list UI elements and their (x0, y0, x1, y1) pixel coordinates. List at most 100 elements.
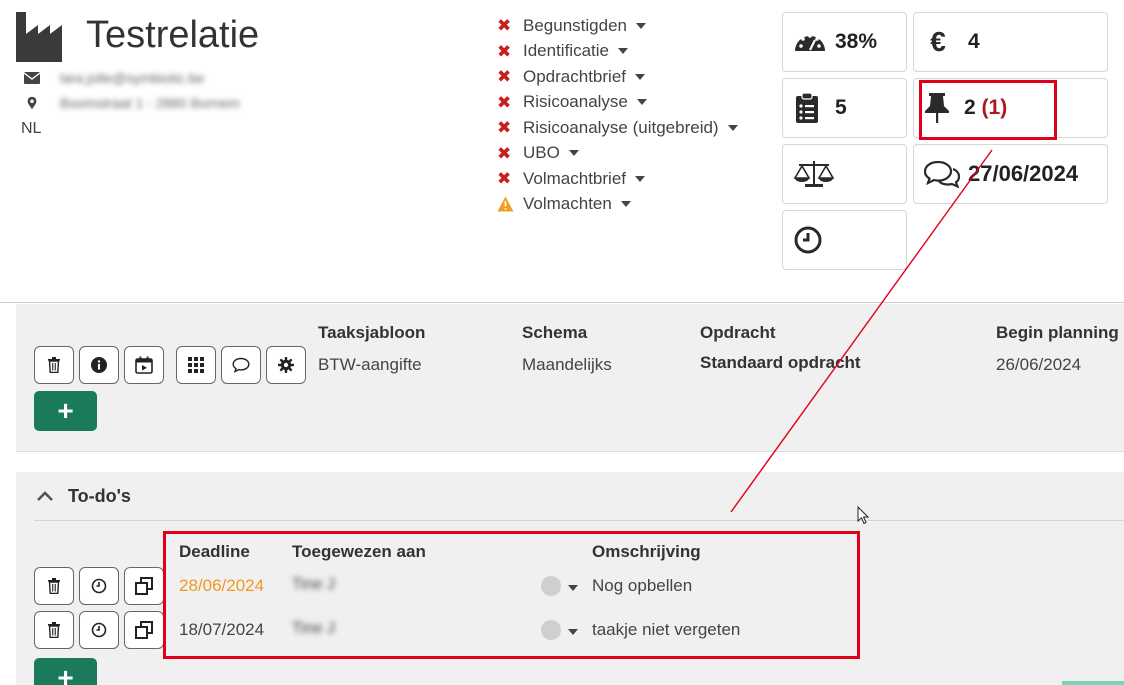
todo-assignee: Tine J (292, 576, 335, 593)
trash-icon (48, 622, 60, 638)
todo-copy-button[interactable] (124, 567, 164, 605)
cross-icon: ✖ (497, 16, 512, 36)
todo-copy-button[interactable] (124, 611, 164, 649)
clipboard-list-icon (796, 92, 818, 123)
status-item-ubo[interactable]: ✖ UBO (497, 141, 738, 167)
caret-down-icon (618, 48, 628, 55)
caret-down-icon (636, 99, 647, 106)
status-dot[interactable] (541, 620, 561, 640)
todo-delete-button[interactable] (34, 567, 74, 605)
todo-deadline: 28/06/2024 (179, 576, 265, 595)
comments-icon (924, 160, 960, 188)
status-item-begunstigden[interactable]: ✖ Begunstigden (497, 13, 738, 39)
cross-icon: ✖ (497, 92, 512, 112)
copy-icon (135, 577, 153, 595)
pins-value: 2 (1) (964, 96, 1007, 120)
compliance-tile[interactable] (782, 144, 907, 204)
comment-button[interactable] (221, 346, 261, 384)
calendar-play-icon (135, 356, 153, 374)
todo-time-button[interactable] (79, 567, 119, 605)
caret-down-icon[interactable] (568, 629, 578, 635)
caret-down-icon (568, 150, 579, 157)
add-task-label: + (57, 395, 74, 426)
gauge-icon (795, 34, 825, 51)
status-item-identificatie[interactable]: ✖ Identificatie (497, 39, 738, 65)
comment-icon (232, 357, 250, 373)
copy-icon (135, 621, 153, 639)
status-label: Identificatie (523, 41, 609, 61)
teal-strip (1062, 681, 1124, 685)
status-label: Opdrachtbrief (523, 66, 626, 86)
settings-button[interactable] (266, 346, 306, 384)
status-label: Risicoanalyse (523, 92, 628, 112)
task-schedule-value: Maandelijks (522, 355, 612, 374)
map-marker-icon (27, 96, 37, 110)
cross-icon: ✖ (497, 143, 512, 163)
status-label: Risicoanalyse (uitgebreid) (523, 117, 719, 137)
address-text: Boomstraat 1 - 2880 Bornem (60, 95, 240, 111)
grid-icon (188, 357, 204, 373)
todo-section-title[interactable]: To-do's (68, 486, 131, 507)
section-divider (0, 302, 1124, 303)
euro-icon: € (930, 26, 946, 57)
caret-down-icon (620, 201, 631, 208)
clock-icon (91, 578, 107, 594)
gear-icon (278, 357, 294, 373)
page-title: Testrelatie (86, 14, 260, 56)
address-row: Boomstraat 1 - 2880 Bornem (24, 95, 240, 111)
clock-icon (794, 226, 822, 254)
status-item-risicoanalyse[interactable]: ✖ Risicoanalyse (497, 90, 738, 116)
info-icon (91, 357, 107, 373)
status-item-opdrachtbrief[interactable]: ✖ Opdrachtbrief (497, 64, 738, 90)
tasks-value: 5 (835, 96, 847, 119)
progress-tile[interactable]: 38% (782, 12, 907, 72)
cross-icon: ✖ (497, 41, 512, 61)
todo-divider (34, 520, 1124, 521)
add-todo-label: + (57, 662, 74, 685)
cross-icon: ✖ (497, 67, 512, 87)
tasks-tile[interactable]: 5 (782, 78, 907, 138)
factory-icon (16, 12, 62, 62)
chevron-up-icon[interactable] (36, 490, 54, 502)
messages-tile[interactable]: 27/06/2024 (913, 144, 1108, 204)
status-item-volmachten[interactable]: Volmachten (497, 192, 738, 218)
caret-down-icon (635, 175, 645, 182)
status-item-risicoanalyse-uitgebreid[interactable]: ✖ Risicoanalyse (uitgebreid) (497, 115, 738, 141)
balance-scale-icon (793, 161, 835, 187)
task-template-value: BTW-aangifte (318, 355, 422, 374)
info-button[interactable] (79, 346, 119, 384)
envelope-icon (24, 72, 40, 84)
task-begin-value: 26/06/2024 (996, 355, 1082, 374)
history-tile[interactable] (782, 210, 907, 270)
status-label: Volmachtbrief (523, 168, 626, 188)
mouse-cursor-icon (857, 506, 870, 525)
cross-icon: ✖ (497, 118, 512, 138)
trash-icon (48, 357, 60, 373)
cross-icon: ✖ (497, 169, 512, 189)
caret-down-icon (727, 124, 738, 131)
email-link[interactable]: lara.jolle@symbiotic.be (60, 70, 204, 86)
delete-button[interactable] (34, 346, 74, 384)
header-deadline: Deadline (179, 542, 250, 561)
todo-delete-button[interactable] (34, 611, 74, 649)
country-code: NL (21, 120, 42, 137)
header-omschrijving: Omschrijving (592, 542, 701, 561)
euro-value: 4 (968, 30, 980, 53)
add-task-button[interactable]: + (34, 391, 97, 431)
header-begin-planning: Begin planning (996, 323, 1119, 342)
pins-count: 2 (964, 96, 976, 119)
status-dot[interactable] (541, 576, 561, 596)
grid-button[interactable] (176, 346, 216, 384)
add-todo-button[interactable]: + (34, 658, 97, 685)
trash-icon (48, 578, 60, 594)
planning-button[interactable] (124, 346, 164, 384)
euro-tile[interactable]: € 4 (913, 12, 1108, 72)
status-label: UBO (523, 143, 560, 163)
thumbtack-icon (925, 93, 949, 123)
pins-tile[interactable]: 2 (1) (913, 78, 1108, 138)
status-item-volmachtbrief[interactable]: ✖ Volmachtbrief (497, 166, 738, 192)
email-row: lara.jolle@symbiotic.be (24, 70, 204, 86)
caret-down-icon[interactable] (568, 585, 578, 591)
last-contact-date: 27/06/2024 (968, 161, 1079, 186)
todo-time-button[interactable] (79, 611, 119, 649)
